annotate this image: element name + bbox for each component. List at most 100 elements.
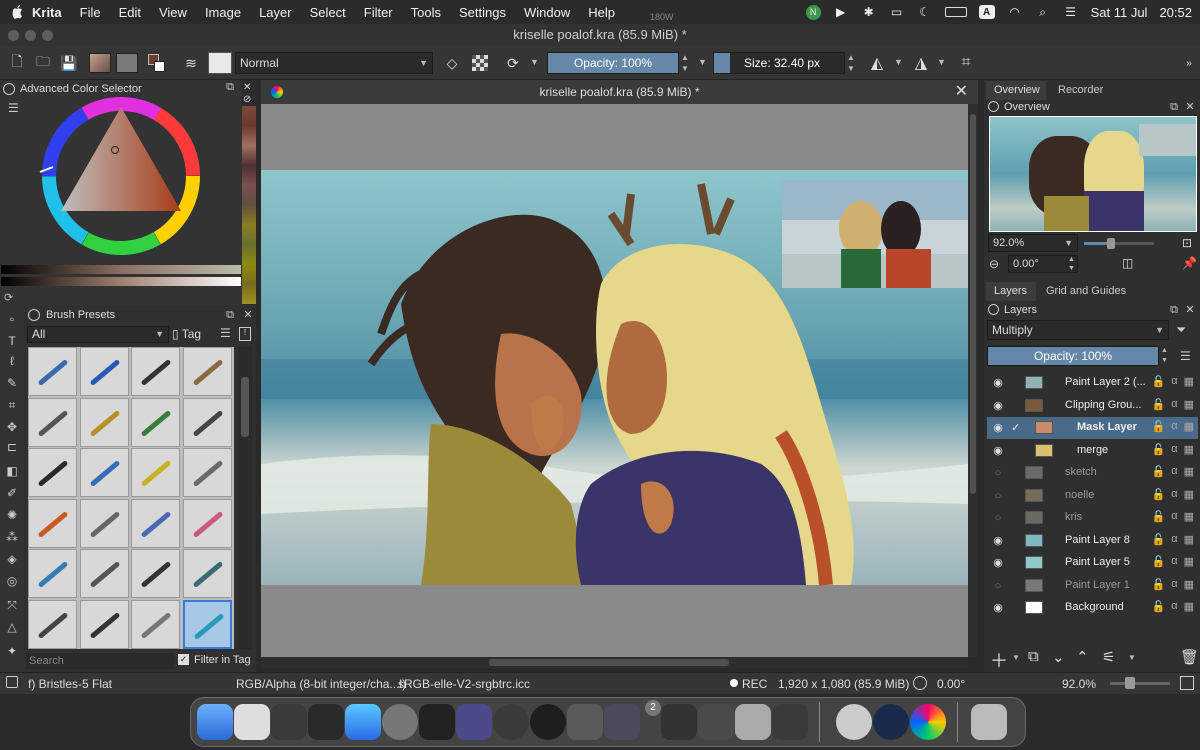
layer-row[interactable]: ○ noelle 🔓 α ▦ <box>987 485 1198 507</box>
eye-hidden-icon[interactable]: ○ <box>991 579 1005 593</box>
inherit-alpha-icon[interactable]: ▦ <box>1184 398 1194 411</box>
brush-preset-tile[interactable] <box>79 549 129 598</box>
brush-preset-tile[interactable] <box>131 448 180 497</box>
battery-icon[interactable] <box>944 7 967 17</box>
brush-settings-icon[interactable]: ≋ <box>180 52 202 74</box>
eye-icon[interactable]: ◉ <box>991 376 1005 390</box>
minimize-window-button[interactable] <box>25 30 36 41</box>
eye-icon[interactable]: ◉ <box>991 399 1005 413</box>
alpha-lock-icon[interactable]: α <box>1171 465 1177 478</box>
steam-icon[interactable] <box>873 704 909 740</box>
brush-status-icon[interactable] <box>6 676 18 688</box>
crop-icon[interactable]: ⊏ <box>4 439 20 455</box>
eye-hidden-icon[interactable]: ○ <box>991 511 1005 525</box>
reload-preset-icon[interactable]: ⟳ <box>502 52 524 74</box>
inherit-alpha-icon[interactable]: ▦ <box>1184 578 1194 591</box>
lock-icon[interactable]: 🔓 <box>1152 510 1166 523</box>
transform-tool-icon[interactable]: ⤧ <box>4 597 20 613</box>
filter-layers-icon[interactable]: ⏷ <box>1176 322 1186 338</box>
reference-photo[interactable] <box>782 180 968 288</box>
layer-properties-icon[interactable]: ⚟ <box>1102 648 1115 666</box>
menu-image[interactable]: Image <box>196 5 250 20</box>
layer-row[interactable]: ◉ Paint Layer 5 🔓 α ▦ <box>987 552 1198 574</box>
status-color-profile[interactable]: sRGB-elle-V2-srgbtrc.icc <box>398 677 530 691</box>
layer-options-icon[interactable]: ☰ <box>1180 349 1191 363</box>
discord-icon[interactable] <box>604 704 640 740</box>
layer-name[interactable]: Paint Layer 8 <box>1065 534 1130 546</box>
rotation-dial-icon[interactable]: ⊖ <box>989 257 999 271</box>
bluetooth-icon[interactable]: ✱ <box>861 5 877 19</box>
inherit-alpha-icon[interactable]: ▦ <box>1184 600 1194 613</box>
layer-row[interactable]: ○ kris 🔓 α ▦ <box>987 507 1198 529</box>
layer-name[interactable]: Paint Layer 1 <box>1065 579 1130 591</box>
move-layer-up-icon[interactable]: ⌃ <box>1076 648 1089 666</box>
gradient-tool-icon[interactable]: ◧ <box>4 463 20 479</box>
preset-search-input[interactable]: Search <box>26 653 174 669</box>
brush-preset-tile[interactable] <box>28 599 77 649</box>
brush-preset-tile[interactable] <box>182 397 232 447</box>
alpha-lock-icon[interactable]: α <box>1171 533 1177 546</box>
status-zoom-handle[interactable] <box>1125 677 1135 689</box>
rotation-stepper[interactable]: ▲ ▼ <box>1068 255 1075 273</box>
layer-row[interactable]: ○ sketch 🔓 α ▦ <box>987 462 1198 484</box>
layer-row[interactable]: ◉ ✓ Mask Layer 🔓 α ▦ <box>987 417 1198 439</box>
layer-name[interactable]: merge <box>1077 444 1108 456</box>
eye-icon[interactable]: ◉ <box>991 444 1005 458</box>
preserve-alpha-icon[interactable] <box>472 55 488 71</box>
inherit-alpha-icon[interactable]: ▦ <box>1184 420 1194 433</box>
float-panel-icon[interactable]: ⧉ <box>224 309 236 321</box>
menubar-date[interactable]: Sat 11 Jul <box>1091 5 1148 20</box>
alpha-lock-icon[interactable]: α <box>1171 578 1177 591</box>
panel-lock-icon[interactable] <box>988 101 999 112</box>
canvas-vertical-scrollbar[interactable] <box>968 104 978 657</box>
tab-recorder[interactable]: Recorder <box>1050 81 1120 100</box>
menu-layer[interactable]: Layer <box>250 5 301 20</box>
duplicate-layer-icon[interactable]: ⧉ <box>1028 648 1039 665</box>
krita-icon[interactable] <box>910 704 946 740</box>
artwork-canvas[interactable] <box>261 104 968 657</box>
wifi-icon[interactable]: ◠ <box>1007 5 1023 19</box>
eye-icon[interactable]: ◉ <box>991 534 1005 548</box>
preset-filter-select[interactable]: All ▼ <box>27 326 169 343</box>
inherit-alpha-icon[interactable]: ▦ <box>1184 488 1194 501</box>
chevron-down-icon[interactable]: ▼ <box>1012 653 1020 662</box>
layer-name[interactable]: Clipping Grou... <box>1065 399 1141 411</box>
refresh-icon[interactable]: ⟳ <box>4 291 13 304</box>
brush-preset-tile[interactable] <box>28 347 77 396</box>
opacity-stepper[interactable]: ▲ ▼ <box>681 52 691 74</box>
pattern-preset-button[interactable] <box>116 53 138 73</box>
select-shapes-tool-icon[interactable]: ▫ <box>4 311 20 327</box>
cube-app-icon[interactable] <box>772 704 808 740</box>
alpha-lock-icon[interactable]: α <box>1171 488 1177 501</box>
overview-zoom-slider-handle[interactable] <box>1107 238 1115 249</box>
horizontal-scrollbar-thumb[interactable] <box>489 659 729 666</box>
input-source-indicator[interactable]: A <box>978 5 995 19</box>
alpha-lock-icon[interactable]: α <box>1171 555 1177 568</box>
lock-icon[interactable]: 🔓 <box>1152 578 1166 591</box>
brush-preset-tile[interactable] <box>131 549 180 598</box>
brush-preset-tile[interactable] <box>131 599 180 649</box>
alpha-lock-icon[interactable]: α <box>1171 398 1177 411</box>
brush-preset-tile[interactable] <box>131 498 180 548</box>
cursor-app-icon[interactable] <box>567 704 603 740</box>
spotify-icon[interactable] <box>530 704 566 740</box>
brush-preset-tile[interactable] <box>131 397 180 447</box>
control-panel-icon[interactable] <box>308 704 344 740</box>
eraser-icon[interactable]: ◇ <box>441 52 463 74</box>
recent-colors-swatches[interactable] <box>242 106 256 304</box>
preset-scrollbar-thumb[interactable] <box>241 377 249 437</box>
lock-icon[interactable]: 🔓 <box>1152 443 1166 456</box>
layer-name[interactable]: Paint Layer 5 <box>1065 556 1130 568</box>
panel-lock-icon[interactable] <box>3 83 15 95</box>
menu-edit[interactable]: Edit <box>110 5 150 20</box>
pin-icon[interactable]: 📌 <box>1182 256 1197 270</box>
layer-opacity-slider[interactable]: Opacity: 100% <box>987 346 1159 366</box>
brush-preset-tile[interactable] <box>79 599 129 649</box>
chevron-down-icon[interactable]: ▼ <box>1128 653 1136 662</box>
brush-preset-tile[interactable] <box>182 599 232 649</box>
close-window-button[interactable] <box>8 30 19 41</box>
eye-icon[interactable]: ◉ <box>991 556 1005 570</box>
layer-row[interactable]: ◉ Background 🔓 α ▦ <box>987 597 1198 619</box>
eye-icon[interactable]: ◉ <box>991 421 1005 435</box>
rotation-status-icon[interactable] <box>913 676 927 690</box>
